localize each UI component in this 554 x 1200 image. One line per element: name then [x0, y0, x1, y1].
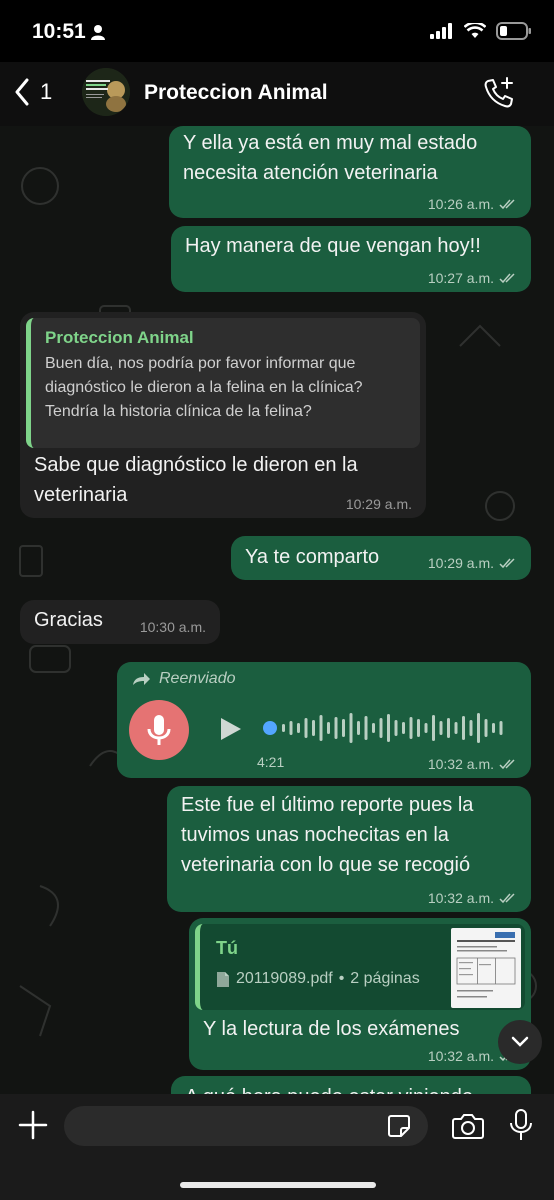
home-indicator — [180, 1182, 376, 1188]
microphone-icon — [510, 1109, 532, 1140]
quote-text: Buen día, nos podría por favor informar … — [45, 355, 363, 420]
file-info: 20119089.pdf • 2 páginas — [216, 970, 420, 988]
message-meta: 10:26 a.m. — [428, 196, 517, 212]
sticker-icon — [388, 1115, 410, 1137]
chevron-left-icon — [15, 78, 29, 106]
phone-plus-icon — [484, 77, 513, 108]
battery-icon — [496, 22, 531, 40]
message-text: A qué hora puedo estar viniendo — [185, 1082, 473, 1094]
voice-waveform[interactable] — [262, 706, 512, 750]
message-time: 10:32 a.m. — [427, 756, 494, 772]
play-icon — [221, 718, 241, 740]
back-button[interactable]: 1 — [14, 78, 52, 106]
voice-record-button[interactable] — [508, 1108, 534, 1147]
unread-count: 1 — [40, 79, 53, 104]
plus-icon — [18, 1110, 48, 1140]
composer-bar — [0, 1094, 554, 1200]
outgoing-message[interactable]: Ya te comparto 10:29 a.m. — [231, 536, 531, 580]
message-meta: 10:32 a.m. — [428, 890, 517, 906]
message-meta: 10:29 a.m. — [428, 555, 517, 571]
message-meta: 10:32 a.m. — [428, 756, 517, 772]
play-button[interactable] — [217, 716, 243, 747]
voice-duration: 4:21 — [257, 754, 285, 770]
double-check-icon — [499, 199, 515, 210]
avatar[interactable] — [82, 68, 130, 116]
chevron-down-icon — [511, 1036, 529, 1047]
file-separator: • — [338, 970, 345, 987]
message-meta: 10:30 a.m. — [140, 619, 206, 635]
message-text: Sabe que diagnóstico le dieron en la vet… — [34, 454, 358, 506]
camera-button[interactable] — [452, 1112, 484, 1145]
outgoing-message[interactable]: Hay manera de que vengan hoy!! 10:27 a.m… — [171, 226, 531, 292]
double-check-icon — [499, 893, 515, 904]
sticker-button[interactable] — [387, 1114, 411, 1143]
status-time: 10:51 — [32, 20, 86, 43]
outgoing-file-reply-message[interactable]: Tú 20119089.pdf • 2 páginas Y la lectura… — [189, 918, 531, 1070]
file-pages: 2 páginas — [350, 970, 420, 987]
chat-header: 1 Proteccion Animal — [0, 62, 554, 126]
incoming-reply-message[interactable]: Proteccion Animal Buen día, nos podría p… — [20, 312, 426, 518]
forwarded-label: Reenviado — [131, 670, 517, 688]
message-meta: 10:29 a.m. — [346, 496, 412, 512]
signal-icon — [430, 23, 452, 39]
wifi-icon — [464, 23, 486, 38]
document-icon — [217, 971, 229, 987]
message-meta: 10:27 a.m. — [428, 270, 517, 286]
forward-arrow-icon — [133, 673, 150, 685]
message-text: Y ella ya está en muy mal estado necesit… — [183, 132, 478, 184]
file-name: 20119089.pdf — [236, 970, 333, 987]
message-text: Hay manera de que vengan hoy!! — [185, 235, 481, 257]
outgoing-message[interactable]: A qué hora puedo estar viniendo — [171, 1076, 531, 1094]
outgoing-voice-message[interactable]: Reenviado 4:21 10:32 a.m. — [117, 662, 531, 778]
quote-author: Tú — [216, 938, 238, 958]
camera-icon — [452, 1114, 484, 1139]
microphone-icon — [147, 715, 171, 745]
double-check-icon — [499, 759, 515, 770]
status-indicators — [430, 22, 532, 40]
chat-title[interactable]: Proteccion Animal — [144, 81, 328, 105]
quote-author: Proteccion Animal — [45, 328, 194, 347]
avatar-image — [82, 68, 130, 116]
status-bar: 10:51 — [0, 0, 554, 62]
quoted-file[interactable]: Tú 20119089.pdf • 2 páginas — [195, 924, 525, 1010]
message-time: 10:30 a.m. — [139, 619, 206, 635]
message-input[interactable] — [64, 1106, 428, 1146]
attach-button[interactable] — [18, 1110, 48, 1145]
message-text: Este fue el último reporte pues la tuvim… — [181, 794, 474, 876]
chat-area[interactable]: Y ella ya está en muy mal estado necesit… — [0, 126, 554, 1094]
outgoing-message[interactable]: Y ella ya está en muy mal estado necesit… — [169, 126, 531, 218]
person-icon — [91, 25, 105, 40]
message-time: 10:26 a.m. — [427, 196, 494, 212]
message-text: Gracias — [34, 609, 103, 631]
message-time: 10:29 a.m. — [345, 496, 412, 512]
file-thumbnail — [451, 928, 521, 1008]
scroll-down-button[interactable] — [498, 1020, 542, 1064]
document-preview — [456, 932, 516, 998]
message-time: 10:32 a.m. — [427, 1048, 494, 1064]
message-text: Ya te comparto — [245, 546, 380, 568]
message-time: 10:32 a.m. — [427, 890, 494, 906]
outgoing-message[interactable]: Este fue el último reporte pues la tuvim… — [167, 786, 531, 912]
message-text: Y la lectura de los exámenes — [203, 1018, 460, 1040]
voice-avatar — [129, 700, 189, 760]
forwarded-text: Reenviado — [159, 670, 236, 687]
quoted-message[interactable]: Proteccion Animal Buen día, nos podría p… — [26, 318, 420, 448]
message-time: 10:29 a.m. — [427, 555, 494, 571]
double-check-icon — [499, 558, 515, 569]
double-check-icon — [499, 273, 515, 284]
incoming-message[interactable]: Gracias 10:30 a.m. — [20, 600, 220, 644]
call-button[interactable] — [482, 76, 516, 115]
message-time: 10:27 a.m. — [427, 270, 494, 286]
